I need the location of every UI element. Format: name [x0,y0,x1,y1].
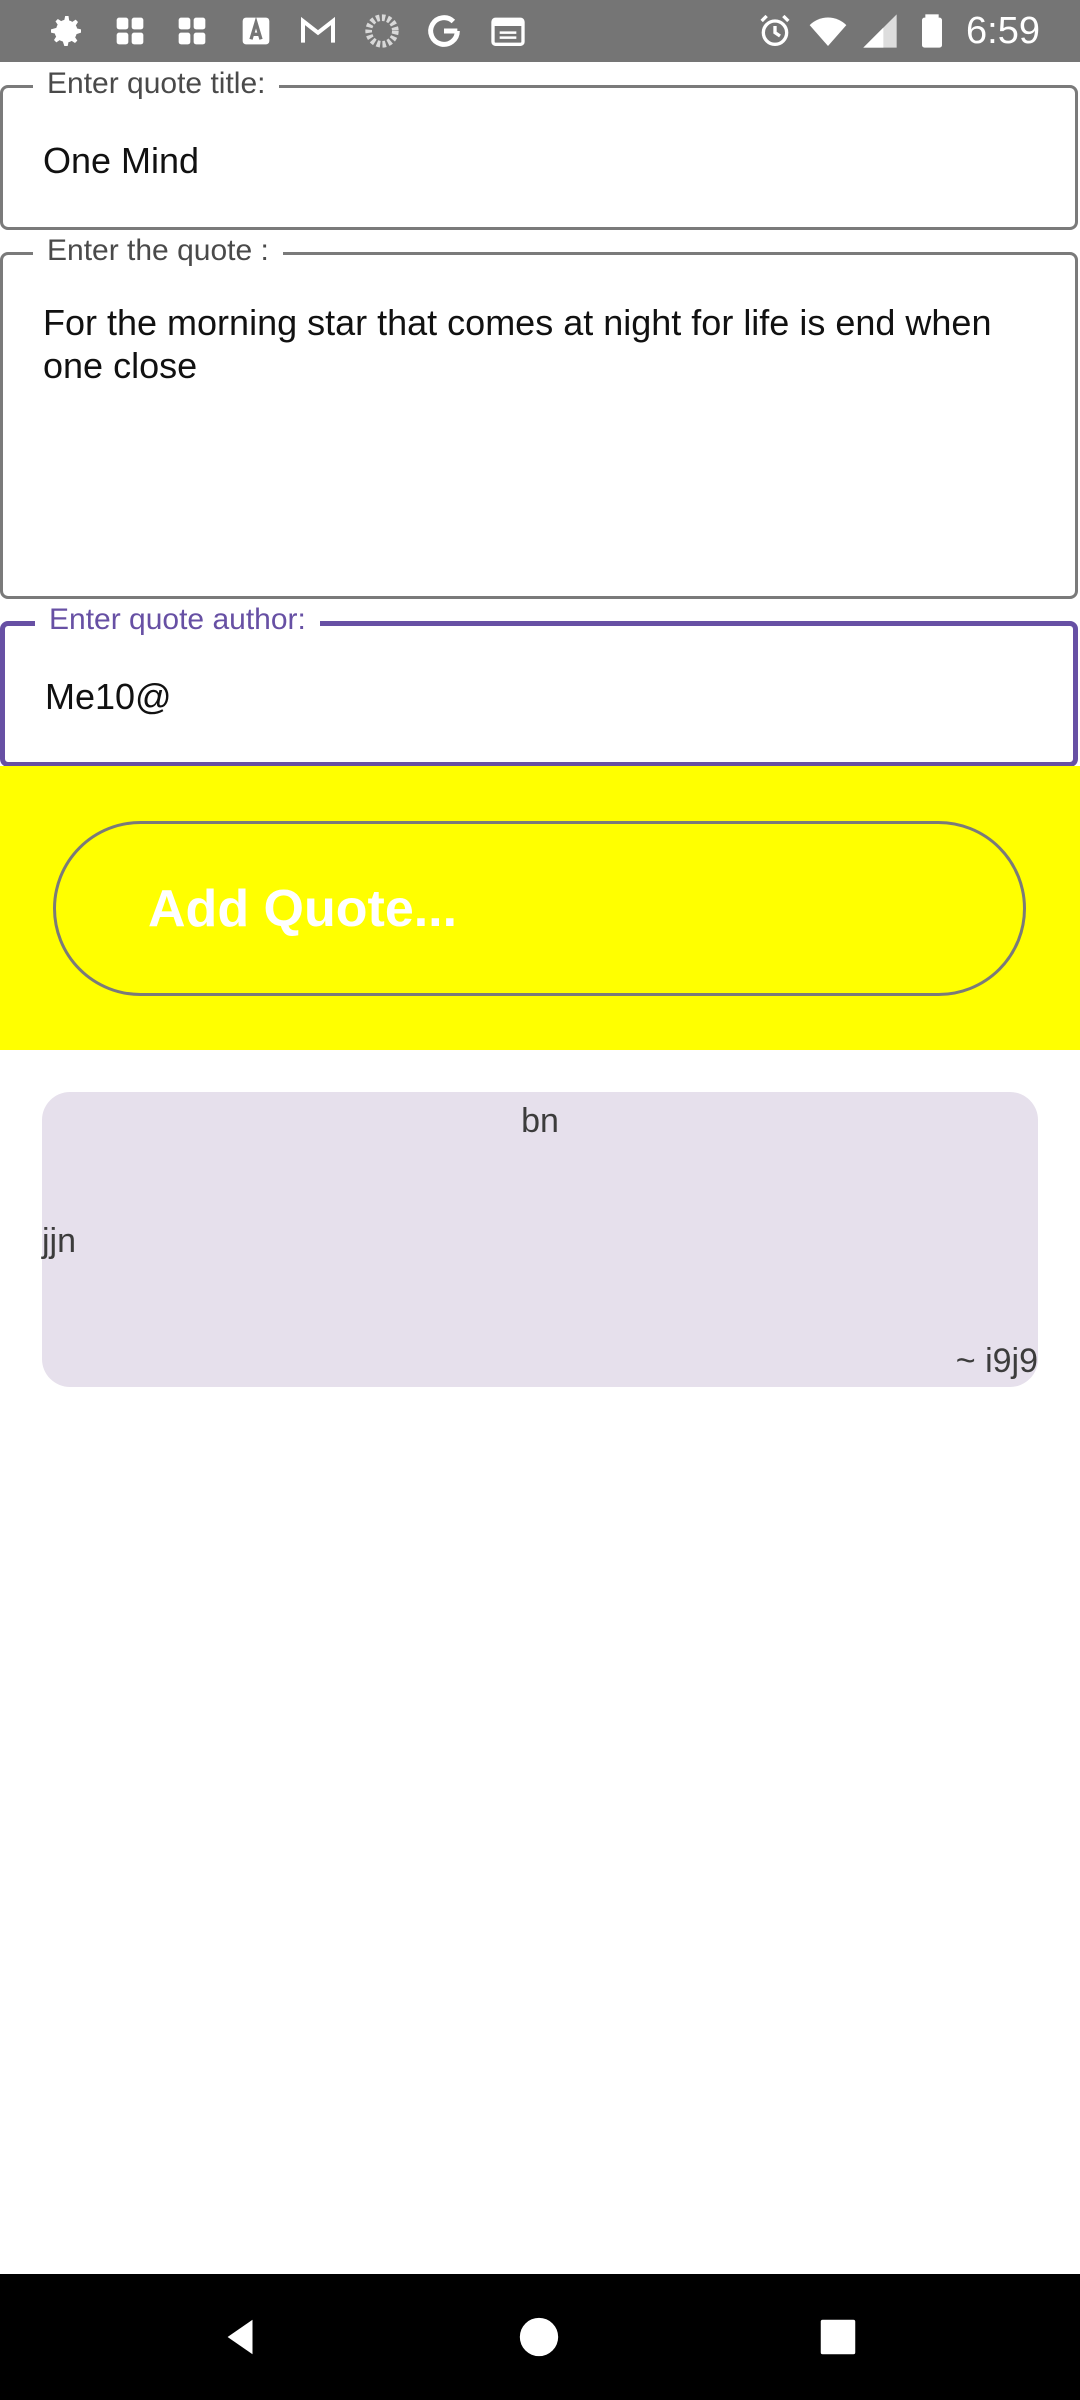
status-time: 6:59 [966,10,1040,52]
grid-app-icon-2 [172,11,212,51]
quote-text-label: Enter the quote : [33,233,283,269]
loading-circle-icon [362,11,402,51]
quote-author-field[interactable]: Enter quote author: Me10@ [0,602,1078,767]
quote-title-value[interactable]: One Mind [43,139,1035,182]
quote-text-field[interactable]: Enter the quote : For the morning star t… [0,233,1078,599]
quote-title-field[interactable]: Enter quote title: One Mind [0,66,1078,230]
quote-card-author: ~ i9j9 [955,1342,1038,1380]
recents-icon[interactable] [815,2314,861,2360]
signal-icon [860,11,900,51]
quote-card[interactable]: bn jjn ~ i9j9 [42,1092,1038,1387]
status-bar: 6:59 [0,0,1080,62]
font-a-icon [236,11,276,51]
battery-icon [912,11,952,51]
gmail-icon [298,11,338,51]
calendar-icon [488,11,528,51]
quote-card-body: jjn [42,1222,77,1260]
add-quote-label: Add Quote... [148,879,458,938]
quote-author-label: Enter quote author: [35,602,320,638]
quote-text-value[interactable]: For the morning star that comes at night… [43,301,1035,387]
gear-icon [46,11,86,51]
back-icon[interactable] [218,2314,264,2360]
home-icon[interactable] [516,2314,562,2360]
google-icon [424,11,464,51]
quote-author-value[interactable]: Me10@ [45,675,1033,718]
grid-app-icon [110,11,150,51]
button-container: Add Quote... [0,766,1080,1050]
alarm-icon [755,11,795,51]
wifi-icon [808,11,854,51]
navigation-bar [0,2274,1080,2400]
quote-title-label: Enter quote title: [33,66,280,102]
quote-card-title: bn [521,1102,559,1140]
add-quote-button[interactable]: Add Quote... [53,821,1026,996]
